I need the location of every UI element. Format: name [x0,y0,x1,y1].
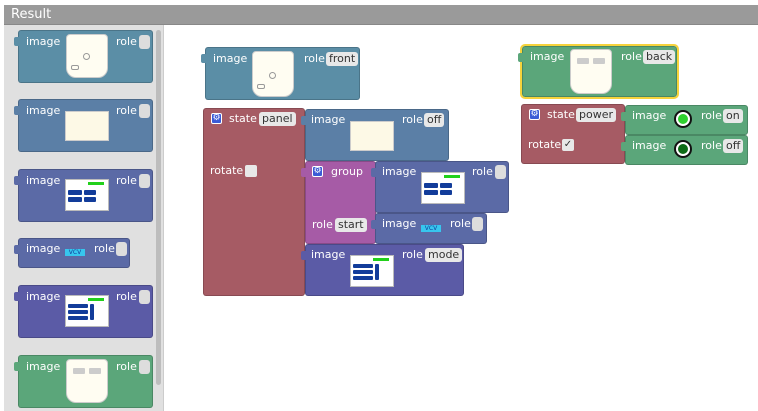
check-mark-icon: ✓ [563,139,573,150]
role-field-on[interactable]: on [723,109,743,123]
window-title-bar: Result [4,5,758,25]
role-field-mode[interactable]: mode [425,248,463,262]
radio-on-image [674,110,692,128]
image-label: image [213,52,248,65]
power-state-block[interactable]: ⚙ state power rotate ✓ [521,104,625,164]
role-field-front[interactable]: front [326,52,359,66]
window-title: Result [11,7,52,22]
rotate-checkbox[interactable] [245,165,257,177]
state-field-power[interactable]: power [576,108,616,122]
role-label: role [450,217,471,230]
role-label: role [116,290,137,303]
role-label: role [402,248,423,261]
role-label: role [116,35,137,48]
device-back-thumbnail [66,359,108,403]
image-label: image [26,174,61,187]
front-image-block[interactable]: image role front [201,47,360,100]
role-field-off[interactable]: off [723,139,744,153]
rotate-checkbox[interactable]: ✓ [562,139,574,151]
mode-panel-thumbnail [65,295,109,327]
image-label: image [26,242,61,255]
gear-icon[interactable]: ⚙ [529,109,540,120]
image-label: image [382,165,417,178]
flyout-block-mode[interactable]: image role [14,285,153,338]
rotate-label: rotate [210,164,244,177]
image-label: image [26,360,61,373]
power-off-image-block[interactable]: image role off [621,135,748,165]
role-label: role [116,360,137,373]
role-field[interactable] [139,174,150,188]
block-flyout: image role image role image role image V… [4,25,164,411]
role-field[interactable] [139,290,150,304]
role-label: role [701,109,722,122]
blank-panel-thumbnail [65,111,109,141]
block-workspace: image role front image role back ⚙ state… [165,25,758,411]
role-field[interactable] [472,217,483,231]
image-label: image [26,104,61,117]
group-panel-image-block[interactable]: image role [371,161,509,213]
flyout-block-blank[interactable]: image role [14,99,153,152]
panel-state-block[interactable]: ⚙ state panel rotate [203,108,305,296]
state-field-panel[interactable]: panel [259,112,296,126]
blank-panel-image [350,121,394,151]
image-label: image [632,109,667,122]
role-label: role [472,165,493,178]
image-label: image [311,113,346,126]
flyout-block-vcv[interactable]: image VCV role [14,238,130,268]
gear-icon[interactable]: ⚙ [211,113,222,124]
device-front-thumbnail [66,34,108,78]
image-label: image [26,35,61,48]
group-label: group [331,165,363,178]
flyout-block-panel[interactable]: image role [14,169,153,222]
role-label: role [701,139,722,152]
role-field-back[interactable]: back [643,50,676,64]
role-label: role [116,104,137,117]
back-image-block[interactable]: image role back [518,44,679,99]
flyout-block-back[interactable]: image role [14,355,153,408]
off-image-block[interactable]: image role off [301,109,449,161]
role-field-off[interactable]: off [424,113,445,127]
rotate-label: rotate [528,138,562,151]
role-label: role [116,174,137,187]
role-field-start[interactable]: start [335,218,367,232]
vcv-button-image: VCV [421,225,441,232]
role-label: role [94,242,115,255]
group-vcv-image-block[interactable]: image VCV role [371,213,487,244]
panel-mini-thumbnail [65,179,109,211]
state-label: state [229,112,257,125]
image-label: image [26,290,61,303]
image-label: image [530,50,565,63]
role-field[interactable] [495,165,506,179]
role-label: role [304,52,325,65]
gear-icon[interactable]: ⚙ [312,166,323,177]
group-block[interactable]: ⚙ group role start [301,161,376,244]
radio-off-image [674,140,692,158]
mode-panel-image [350,255,394,287]
state-label: state [547,108,575,121]
image-label: image [311,248,346,261]
device-front-image [252,51,294,97]
vcv-text: VCV [424,225,438,232]
image-label: image [632,139,667,152]
flyout-block-front[interactable]: image role [14,30,153,83]
device-back-image [570,49,612,94]
role-label: role [312,218,333,231]
role-label: role [621,50,642,63]
role-field[interactable] [139,35,150,49]
flyout-scrollbar[interactable] [156,30,161,385]
role-field[interactable] [116,242,127,256]
role-label: role [402,113,423,126]
role-field[interactable] [139,104,150,118]
on-image-block[interactable]: image role on [621,105,748,135]
panel-mini-image [421,172,465,204]
vcv-button-thumbnail: VCV [65,249,85,256]
mode-image-block[interactable]: image role mode [301,244,464,296]
role-field[interactable] [139,360,150,374]
image-label: image [382,217,417,230]
vcv-text: VCV [68,249,82,256]
